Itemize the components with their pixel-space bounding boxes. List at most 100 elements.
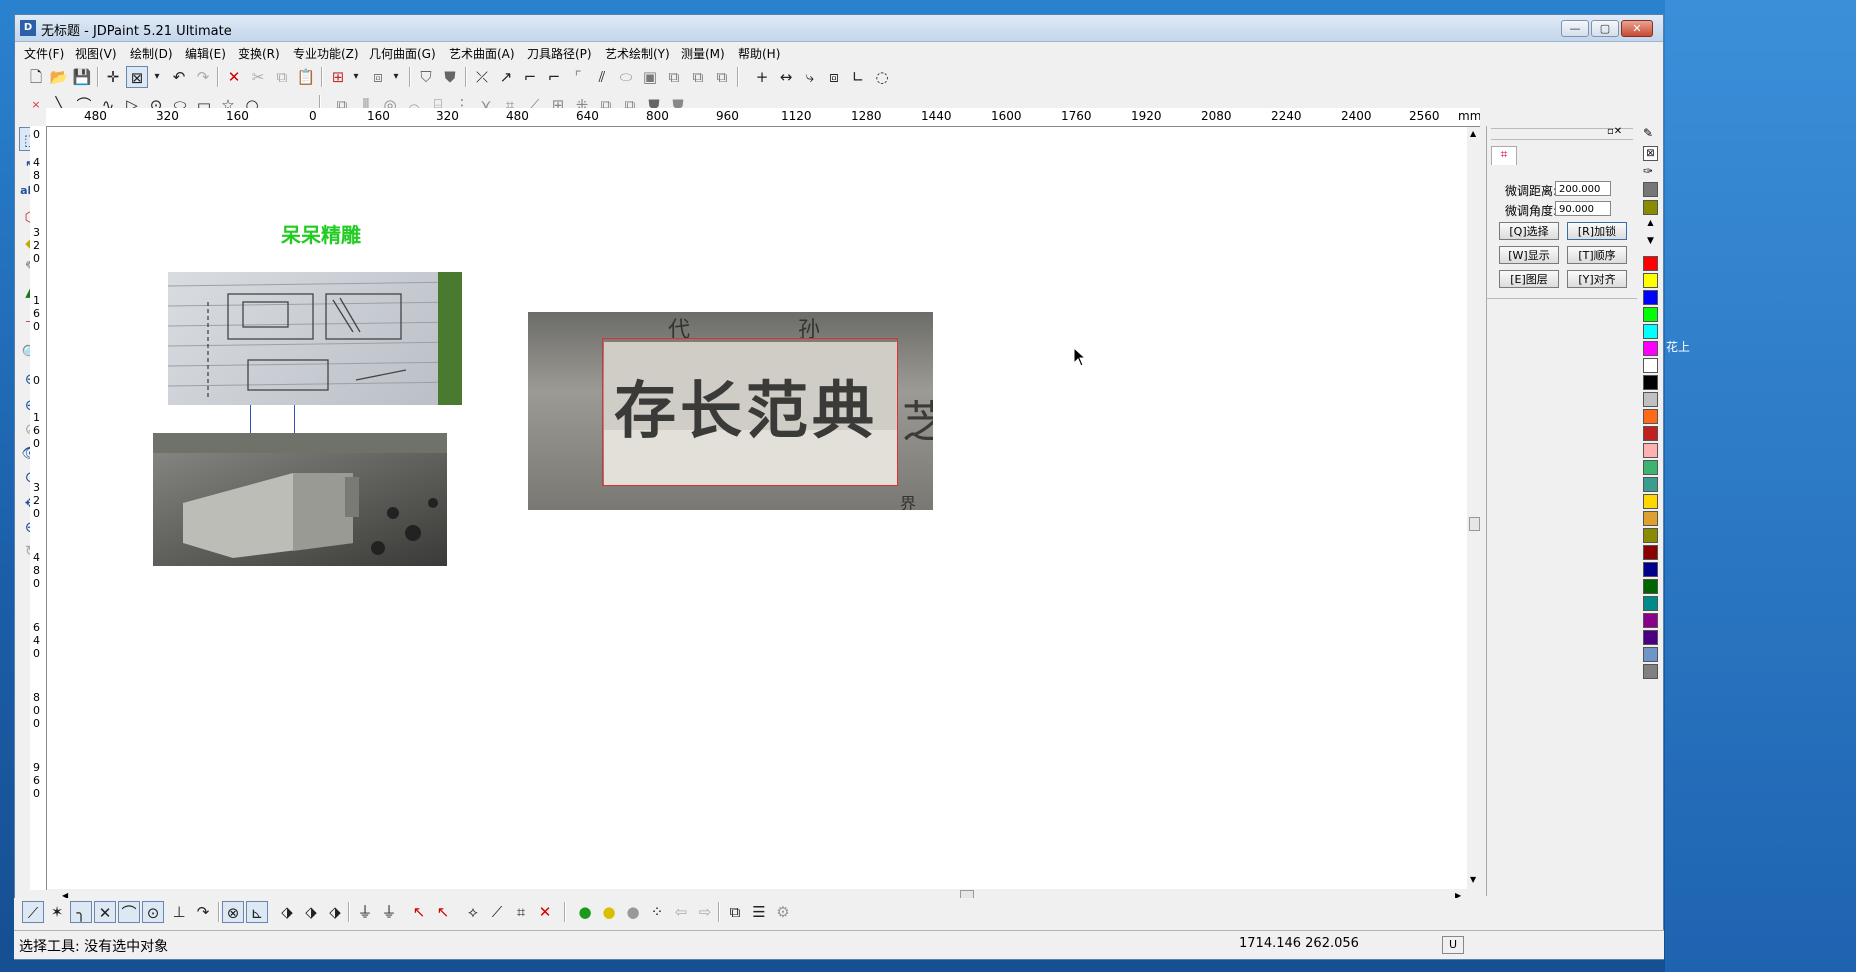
color-swatch[interactable] bbox=[1643, 290, 1658, 305]
color-swatch[interactable] bbox=[1643, 664, 1658, 679]
select-button[interactable]: [Q]选择 bbox=[1499, 222, 1559, 240]
snap-center-icon[interactable]: ⊗ bbox=[222, 901, 244, 923]
color-swatch-olive[interactable] bbox=[1643, 200, 1658, 215]
eyedropper-icon[interactable]: ✑ bbox=[1643, 164, 1653, 178]
menu-edit[interactable]: 编辑(E) bbox=[185, 45, 226, 62]
color-swatch[interactable] bbox=[1643, 375, 1658, 390]
fillet-icon[interactable]: ⌜ bbox=[567, 66, 589, 88]
color-swatch[interactable] bbox=[1643, 613, 1658, 628]
fine-angle-input[interactable]: 90.000 bbox=[1555, 201, 1611, 216]
color-swatch[interactable] bbox=[1643, 324, 1658, 339]
menu-pro[interactable]: 专业功能(Z) bbox=[293, 45, 359, 62]
bulb-gray-icon[interactable]: ● bbox=[622, 901, 644, 923]
drawing-canvas[interactable]: 呆呆精雕 代 孙 存长范典 芝 界 bbox=[47, 127, 1467, 889]
color-swatch[interactable] bbox=[1643, 256, 1658, 271]
bulb-green-icon[interactable]: ● bbox=[574, 901, 596, 923]
chamfer-icon[interactable]: ⌐ bbox=[543, 66, 565, 88]
point-icon[interactable]: + bbox=[751, 66, 773, 88]
menu-help[interactable]: 帮助(H) bbox=[738, 45, 780, 62]
save-icon[interactable]: 💾 bbox=[71, 66, 93, 88]
minimize-button[interactable]: — bbox=[1561, 20, 1589, 37]
dropdown-arrow-icon[interactable]: ▾ bbox=[146, 66, 168, 88]
snap-perp-icon[interactable]: ⊥ bbox=[168, 901, 190, 923]
redo-icon[interactable]: ↷ bbox=[192, 66, 214, 88]
delete-icon[interactable]: ✕ bbox=[223, 66, 245, 88]
menu-draw[interactable]: 绘制(D) bbox=[130, 45, 173, 62]
color-swatch[interactable] bbox=[1643, 426, 1658, 441]
color-swatch[interactable] bbox=[1643, 460, 1658, 475]
node-c-icon[interactable]: ⬗ bbox=[324, 901, 346, 923]
shield-icon[interactable]: ⛉ bbox=[415, 66, 437, 88]
smooth-icon[interactable]: ⟡ bbox=[462, 901, 484, 923]
extend-icon[interactable]: ↗ bbox=[495, 66, 517, 88]
color-swatch[interactable] bbox=[1643, 358, 1658, 373]
snap-curve-icon[interactable]: ↷ bbox=[192, 901, 214, 923]
color-swatch[interactable] bbox=[1643, 579, 1658, 594]
node-b-icon[interactable]: ⬗ bbox=[300, 901, 322, 923]
color-swatch[interactable] bbox=[1643, 562, 1658, 577]
color-swatch[interactable] bbox=[1643, 647, 1658, 662]
fine-distance-input[interactable]: 200.000 bbox=[1555, 181, 1611, 196]
desktop-icon-label[interactable]: 花上 bbox=[1666, 338, 1690, 355]
vertical-scroll-thumb[interactable] bbox=[1469, 517, 1480, 531]
color-swatch[interactable] bbox=[1643, 630, 1658, 645]
color-swatch[interactable] bbox=[1643, 443, 1658, 458]
group-icon[interactable]: ⧉ bbox=[663, 66, 685, 88]
point-x-icon[interactable]: × bbox=[25, 94, 47, 116]
snap-point-icon[interactable]: ✶ bbox=[46, 901, 68, 923]
rotate-corner-icon[interactable]: ⤷ bbox=[799, 66, 821, 88]
join-icon[interactable]: ⏚ bbox=[378, 901, 400, 923]
color-swatch[interactable] bbox=[1643, 545, 1658, 560]
ungroup-icon[interactable]: ⧉ bbox=[687, 66, 709, 88]
clear-icon[interactable]: ✕ bbox=[534, 901, 556, 923]
selection-rectangle[interactable] bbox=[602, 338, 898, 486]
menu-toolpath[interactable]: 刀具路径(P) bbox=[527, 45, 592, 62]
color-swatch[interactable] bbox=[1643, 409, 1658, 424]
box-dim-icon[interactable]: ⧈ bbox=[823, 66, 845, 88]
snap-grid-icon[interactable]: ⊾ bbox=[246, 901, 268, 923]
trim-icon[interactable]: ⤫ bbox=[471, 66, 493, 88]
grid-dropdown-icon[interactable]: ▾ bbox=[345, 66, 367, 88]
new-file-icon[interactable]: 🗋 bbox=[25, 66, 47, 88]
lasso-icon[interactable]: ◌ bbox=[871, 66, 893, 88]
color-swatch[interactable] bbox=[1643, 596, 1658, 611]
close-button[interactable]: ✕ bbox=[1621, 20, 1653, 37]
paste-icon[interactable]: 📋 bbox=[295, 66, 317, 88]
menu-art-draw[interactable]: 艺术绘制(Y) bbox=[605, 45, 670, 62]
corner-icon[interactable]: ⌐ bbox=[519, 66, 541, 88]
break-icon[interactable]: ⏚ bbox=[354, 901, 376, 923]
color-swatch[interactable] bbox=[1643, 307, 1658, 322]
menu-measure[interactable]: 测量(M) bbox=[681, 45, 725, 62]
color-swatch[interactable] bbox=[1643, 477, 1658, 492]
snap-arc-icon[interactable]: ╮ bbox=[70, 901, 92, 923]
color-swatch[interactable] bbox=[1643, 392, 1658, 407]
select-box-icon[interactable]: ⊠ bbox=[126, 66, 148, 88]
select-nodes-icon[interactable]: ⌗ bbox=[510, 901, 532, 923]
layer-button[interactable]: [E]图层 bbox=[1499, 270, 1559, 288]
panel-tab-icon[interactable]: ⌗ bbox=[1491, 146, 1517, 165]
menu-geometry-surface[interactable]: 几何曲面(G) bbox=[369, 45, 436, 62]
copy-layer-icon[interactable]: ⧉ bbox=[724, 901, 746, 923]
offset-icon[interactable]: ⫽ bbox=[591, 66, 613, 88]
pattern-swatch[interactable] bbox=[1643, 182, 1658, 197]
sketch-photo[interactable] bbox=[168, 272, 462, 405]
color-swatch[interactable] bbox=[1643, 511, 1658, 526]
node-a-icon[interactable]: ⬗ bbox=[276, 901, 298, 923]
color-swatch[interactable] bbox=[1643, 494, 1658, 509]
scroll-up-icon[interactable]: ▲ bbox=[1470, 129, 1476, 138]
layer-dropdown-icon[interactable]: ▾ bbox=[385, 66, 407, 88]
lock-button[interactable]: [R]加锁 bbox=[1567, 222, 1627, 240]
panel-pin-icon[interactable]: ▫✕ bbox=[1607, 126, 1622, 137]
tangent-edit-icon[interactable]: ⟋ bbox=[486, 901, 508, 923]
menu-view[interactable]: 视图(V) bbox=[75, 45, 117, 62]
palette-down-icon[interactable]: ▼ bbox=[1643, 236, 1658, 250]
arrow-left-icon[interactable]: ⇦ bbox=[670, 901, 692, 923]
node-delete-icon[interactable]: ↖ bbox=[408, 901, 430, 923]
scroll-down-icon[interactable]: ▼ bbox=[1470, 875, 1476, 884]
gear-icon[interactable]: ⚙ bbox=[772, 901, 794, 923]
wave-icon[interactable]: ⬭ bbox=[615, 66, 637, 88]
snap-intersect-icon[interactable]: ✕ bbox=[94, 901, 116, 923]
maximize-button[interactable]: ▢ bbox=[1591, 20, 1619, 37]
arrow-right-icon[interactable]: ⇨ bbox=[694, 901, 716, 923]
menu-transform[interactable]: 变换(R) bbox=[238, 45, 280, 62]
